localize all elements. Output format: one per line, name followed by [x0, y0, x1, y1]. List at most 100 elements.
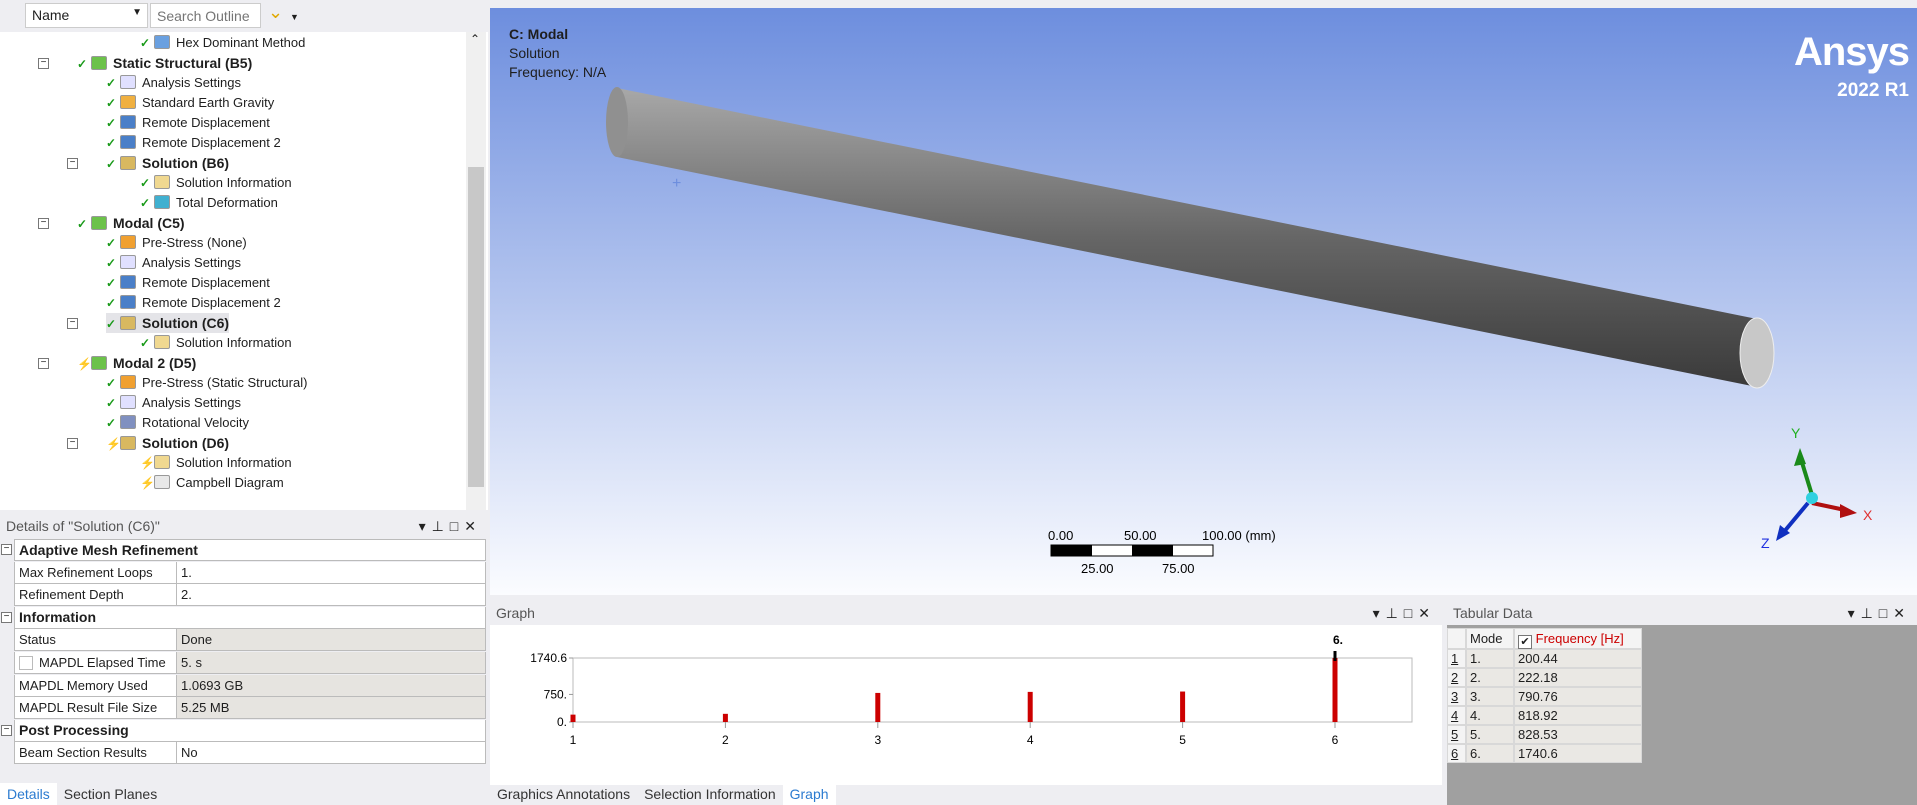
- parameter-checkbox[interactable]: [19, 656, 33, 670]
- tab-graphics-annotations[interactable]: Graphics Annotations: [490, 783, 637, 805]
- panel-controls[interactable]: ▾⊥□✕: [419, 514, 482, 538]
- shaft-body: [617, 88, 1757, 387]
- collapse-icon[interactable]: −: [67, 158, 78, 169]
- panel-controls[interactable]: ▾⊥□✕: [1848, 601, 1911, 625]
- mode-cell[interactable]: 6.: [1466, 744, 1514, 763]
- solution-icon: [120, 156, 136, 170]
- tree-item[interactable]: ✓ Modal (C5): [77, 213, 185, 233]
- graph-title: Graph: [496, 605, 535, 621]
- panel-controls[interactable]: ▾⊥□✕: [1373, 601, 1436, 625]
- triad-axes[interactable]: [1776, 448, 1857, 541]
- property-group-header[interactable]: Information: [14, 606, 486, 629]
- tree-item[interactable]: ✓ Solution (C6): [106, 313, 230, 333]
- frequency-cell[interactable]: 200.44: [1514, 649, 1642, 668]
- tab-selection-information[interactable]: Selection Information: [637, 783, 783, 805]
- property-group-header[interactable]: Post Processing: [14, 719, 486, 742]
- row-number[interactable]: 5: [1447, 725, 1466, 744]
- collapse-icon[interactable]: −: [1, 544, 12, 555]
- tree-item[interactable]: ✓ Total Deformation: [140, 193, 278, 213]
- tab-graph[interactable]: Graph: [782, 783, 836, 805]
- collapse-icon[interactable]: −: [38, 218, 49, 229]
- property-group-header[interactable]: Adaptive Mesh Refinement: [14, 539, 486, 561]
- name-filter-select[interactable]: Name ▼: [25, 3, 148, 28]
- tree-item[interactable]: ⚡ Modal 2 (D5): [77, 353, 196, 373]
- tree-item[interactable]: ✓ Pre-Stress (Static Structural): [106, 373, 307, 393]
- collapse-icon[interactable]: −: [38, 358, 49, 369]
- tree-item[interactable]: ⚡ Solution (D6): [106, 433, 229, 453]
- property-value: 5. s: [177, 652, 485, 673]
- mode-cell[interactable]: 5.: [1466, 725, 1514, 744]
- selected-bar-label: 6.: [1333, 633, 1343, 647]
- mode-cell[interactable]: 2.: [1466, 668, 1514, 687]
- tree-item-label: Rotational Velocity: [142, 415, 249, 430]
- property-row[interactable]: MAPDL Elapsed Time 5. s: [14, 652, 486, 674]
- collapse-icon[interactable]: −: [38, 58, 49, 69]
- row-number[interactable]: 3: [1447, 687, 1466, 706]
- tree-item[interactable]: ✓ Remote Displacement: [106, 113, 270, 133]
- property-row[interactable]: Refinement Depth 2.: [14, 584, 486, 607]
- scale-bar: [1050, 544, 1214, 557]
- shaft-start-face: [606, 87, 628, 157]
- collapse-icon[interactable]: −: [67, 318, 78, 329]
- tree-item[interactable]: ✓ Solution Information: [140, 333, 292, 353]
- collapse-icon[interactable]: −: [67, 438, 78, 449]
- tree-item[interactable]: ✓ Static Structural (B5): [77, 53, 252, 73]
- row-number[interactable]: 1: [1447, 649, 1466, 668]
- tree-item[interactable]: ✓ Analysis Settings: [106, 253, 241, 273]
- details-tabs: Details Section Planes: [0, 783, 164, 805]
- check-status-icon: ✓: [106, 416, 117, 430]
- tree-item[interactable]: ✓ Hex Dominant Method: [140, 33, 305, 53]
- remote-displacement-icon: [120, 115, 136, 129]
- collapse-icon[interactable]: −: [1, 611, 12, 623]
- check-status-icon: ✓: [106, 317, 117, 331]
- property-row[interactable]: MAPDL Result File Size 5.25 MB: [14, 697, 486, 720]
- check-status-icon: ✓: [140, 176, 151, 190]
- tree-item[interactable]: ✓ Remote Displacement 2: [106, 293, 281, 313]
- property-row[interactable]: Status Done: [14, 629, 486, 652]
- tree-item[interactable]: ✓ Analysis Settings: [106, 73, 241, 93]
- corner-cell: [1447, 628, 1466, 649]
- graphics-viewport[interactable]: C: Modal Solution Frequency: N/A Ansys 2…: [490, 8, 1917, 595]
- tree-item[interactable]: ✓ Remote Displacement: [106, 273, 270, 293]
- tree-item[interactable]: ✓ Solution Information: [140, 173, 292, 193]
- row-number[interactable]: 6: [1447, 744, 1466, 763]
- tab-section-planes[interactable]: Section Planes: [57, 783, 164, 805]
- row-number[interactable]: 4: [1447, 706, 1466, 725]
- collapse-icon[interactable]: −: [1, 724, 12, 736]
- property-row[interactable]: Max Refinement Loops 1.: [14, 561, 486, 584]
- frequency-cell[interactable]: 1740.6: [1514, 744, 1642, 763]
- tree-item[interactable]: ✓ Remote Displacement 2: [106, 133, 281, 153]
- tree-item[interactable]: ✓ Analysis Settings: [106, 393, 241, 413]
- column-header-frequency[interactable]: ✔ Frequency [Hz]: [1514, 628, 1642, 649]
- tree-item[interactable]: ✓ Solution (B6): [106, 153, 229, 173]
- lightning-status-icon: ⚡: [77, 357, 92, 371]
- solution-icon: [120, 436, 136, 450]
- expand-chevron-icon[interactable]: ⌄: [268, 2, 283, 23]
- property-row[interactable]: Beam Section Results No: [14, 742, 486, 765]
- frequency-cell[interactable]: 790.76: [1514, 687, 1642, 706]
- property-row[interactable]: MAPDL Memory Used 1.0693 GB: [14, 674, 486, 697]
- mode-cell[interactable]: 4.: [1466, 706, 1514, 725]
- property-name: MAPDL Result File Size: [15, 697, 177, 719]
- property-value: 1.0693 GB: [177, 674, 485, 696]
- tree-item[interactable]: ⚡ Campbell Diagram: [140, 473, 284, 493]
- tab-details[interactable]: Details: [0, 783, 57, 805]
- tree-item[interactable]: ✓ Pre-Stress (None): [106, 233, 247, 253]
- details-title: Details of "Solution (C6)": [6, 518, 160, 534]
- mode-cell[interactable]: 3.: [1466, 687, 1514, 706]
- tree-item[interactable]: ✓ Rotational Velocity: [106, 413, 249, 433]
- frequency-cell[interactable]: 828.53: [1514, 725, 1642, 744]
- mode-cell[interactable]: 1.: [1466, 649, 1514, 668]
- frequency-cell[interactable]: 818.92: [1514, 706, 1642, 725]
- x-axis-label: X: [1863, 507, 1873, 523]
- frequency-cell[interactable]: 222.18: [1514, 668, 1642, 687]
- tree-item[interactable]: ⚡ Solution Information: [140, 453, 292, 473]
- search-outline-input[interactable]: [150, 3, 261, 28]
- modal-icon: [91, 216, 107, 230]
- row-number[interactable]: 2: [1447, 668, 1466, 687]
- tree-item[interactable]: ✓ Standard Earth Gravity: [106, 93, 274, 113]
- dropdown-arrow-icon[interactable]: ▼: [290, 12, 299, 22]
- column-header-mode[interactable]: Mode: [1466, 628, 1514, 649]
- tree-scrollbar-thumb[interactable]: [468, 167, 484, 487]
- frequency-checkbox[interactable]: ✔: [1518, 635, 1532, 649]
